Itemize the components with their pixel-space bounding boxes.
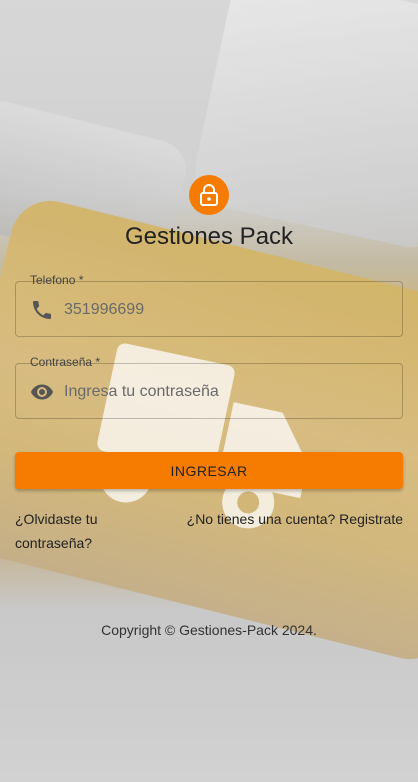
eye-icon[interactable] bbox=[30, 380, 54, 404]
password-input[interactable] bbox=[62, 378, 386, 406]
phone-input[interactable] bbox=[62, 296, 386, 324]
app-title: Gestiones Pack bbox=[124, 223, 294, 250]
lock-icon bbox=[189, 175, 229, 215]
forgot-password-link[interactable]: ¿Olvidaste tu contraseña? bbox=[15, 507, 145, 555]
password-field[interactable]: Contraseña * bbox=[15, 355, 403, 419]
phone-field[interactable]: Telefono * bbox=[15, 273, 403, 337]
password-label: Contraseña * bbox=[30, 355, 101, 369]
copyright-text: Copyright © Gestiones-Pack 2024. bbox=[101, 622, 317, 638]
phone-label: Telefono * bbox=[30, 273, 84, 287]
phone-icon bbox=[33, 301, 51, 319]
register-link[interactable]: ¿No tienes una cuenta? Registrate bbox=[182, 507, 403, 531]
login-button[interactable]: INGRESAR bbox=[15, 452, 403, 489]
